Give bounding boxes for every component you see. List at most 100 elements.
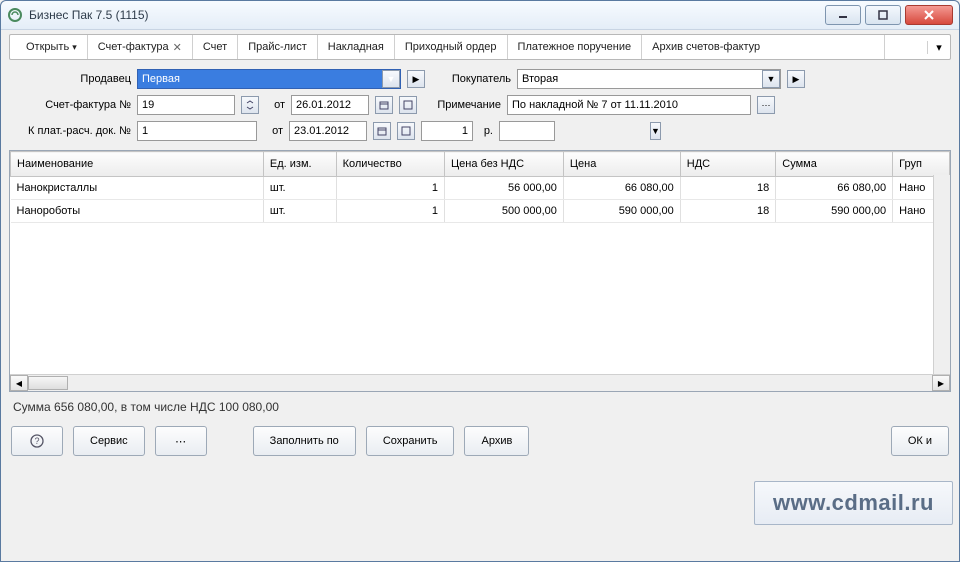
date2-extra-button[interactable] [397,122,415,140]
col-sum[interactable]: Сумма [776,152,893,177]
cell-sum[interactable]: 66 080,00 [776,177,893,200]
currency-dropdown-icon[interactable]: ▼ [650,122,661,140]
service-button-label: Сервис [90,435,128,447]
tab-invoice[interactable]: Счет-фактура ✕ [87,35,192,59]
tab-account-label: Счет [203,41,227,53]
cell-vat[interactable]: 18 [680,200,776,223]
tab-archive[interactable]: Архив счетов-фактур [641,35,770,59]
date2-input[interactable] [289,121,367,141]
service-button[interactable]: Сервис [73,426,145,456]
table-row[interactable]: Нанокристаллышт.156 000,0066 080,001866 … [11,177,950,200]
cell-unit[interactable]: шт. [263,200,336,223]
note-input[interactable] [507,95,751,115]
grid-table: Наименование Ед. изм. Количество Цена бе… [10,151,950,223]
currency-input[interactable] [500,125,650,137]
cell-qty[interactable]: 1 [336,177,444,200]
tab-payment[interactable]: Платежное поручение [507,35,642,59]
fill-button[interactable]: Заполнить по [253,426,356,456]
col-group[interactable]: Груп [893,152,950,177]
currency-combo[interactable]: ▼ [499,121,555,141]
tab-receipt-label: Приходный ордер [405,41,497,53]
tab-waybill[interactable]: Накладная [317,35,394,59]
paydoc-input[interactable] [137,121,257,141]
seller-next-button[interactable]: ▶ [407,70,425,88]
cell-name[interactable]: Нанороботы [11,200,264,223]
cell-unit[interactable]: шт. [263,177,336,200]
tab-overflow-button[interactable]: ▾ [927,41,950,54]
cell-name[interactable]: Нанокристаллы [11,177,264,200]
tab-open[interactable]: Открыть [16,35,87,59]
help-button[interactable]: ? [11,426,63,456]
hscroll-left-icon[interactable]: ◀ [10,375,28,391]
invoice-no-label: Счет-фактура № [11,99,131,111]
window-controls [825,5,953,25]
settings-button[interactable]: ⋯ [155,426,207,456]
invoice-no-stepper[interactable] [241,96,259,114]
tab-open-label: Открыть [26,41,69,53]
cell-qty[interactable]: 1 [336,200,444,223]
buyer-label: Покупатель [431,73,511,85]
content-area: Открыть Счет-фактура ✕ Счет Прайс-лист На… [1,30,959,466]
button-bar: ? Сервис ⋯ Заполнить по Сохранить Архив … [9,424,951,458]
seller-input[interactable] [138,73,382,85]
tab-archive-label: Архив счетов-фактур [652,41,760,53]
table-row[interactable]: Нанороботышт.1500 000,00590 000,0018590 … [11,200,950,223]
maximize-button[interactable] [865,5,901,25]
date1-calendar-icon[interactable] [375,96,393,114]
archive-button[interactable]: Архив [464,426,529,456]
col-unit[interactable]: Ед. изм. [263,152,336,177]
cell-price[interactable]: 66 080,00 [563,177,680,200]
close-button[interactable] [905,5,953,25]
cell-vat[interactable]: 18 [680,177,776,200]
date1-input[interactable] [291,95,369,115]
app-icon [7,7,23,23]
date2-calendar-icon[interactable] [373,122,391,140]
buyer-dropdown-icon[interactable]: ▼ [762,70,780,88]
col-price[interactable]: Цена [563,152,680,177]
save-button[interactable]: Сохранить [366,426,455,456]
col-name[interactable]: Наименование [11,152,264,177]
col-price-no-vat[interactable]: Цена без НДС [445,152,564,177]
app-window: Бизнес Пак 7.5 (1115) Открыть Счет-факту… [0,0,960,562]
grid-scroll[interactable]: Наименование Ед. изм. Количество Цена бе… [10,151,950,375]
paydoc-label: К плат.-расч. док. № [11,125,131,137]
currency-label: р. [479,125,493,137]
hscroll-thumb[interactable] [28,376,68,390]
seller-combo[interactable]: ▼ [137,69,401,89]
minimize-button[interactable] [825,5,861,25]
ok-button[interactable]: ОК и [891,426,949,456]
cell-price-no-vat[interactable]: 56 000,00 [445,177,564,200]
watermark: www.cdmail.ru [754,481,953,525]
col-qty[interactable]: Количество [336,152,444,177]
tab-close-icon[interactable]: ✕ [173,41,182,54]
tab-bar: Открыть Счет-фактура ✕ Счет Прайс-лист На… [9,34,951,60]
tab-pricelist[interactable]: Прайс-лист [237,35,317,59]
buyer-input[interactable] [518,73,762,85]
horizontal-scrollbar[interactable]: ◀ ▶ [10,374,950,391]
vertical-scrollbar[interactable] [933,175,950,375]
tab-pricelist-label: Прайс-лист [248,41,307,53]
date1-extra-button[interactable] [399,96,417,114]
cell-price[interactable]: 590 000,00 [563,200,680,223]
from2-label: от [263,125,283,137]
buyer-next-button[interactable]: ▶ [787,70,805,88]
cell-sum[interactable]: 590 000,00 [776,200,893,223]
cell-price-no-vat[interactable]: 500 000,00 [445,200,564,223]
ok-button-label: ОК и [908,435,932,447]
seller-label: Продавец [11,73,131,85]
col-vat[interactable]: НДС [680,152,776,177]
qty-small-input[interactable] [421,121,473,141]
from1-label: от [265,99,285,111]
status-line: Сумма 656 080,00, в том числе НДС 100 08… [9,392,951,424]
seller-dropdown-icon[interactable]: ▼ [382,70,400,88]
hscroll-right-icon[interactable]: ▶ [932,375,950,391]
hscroll-track[interactable] [28,376,932,390]
tab-overflow-sep [884,35,927,59]
buyer-combo[interactable]: ▼ [517,69,781,89]
tab-receipt[interactable]: Приходный ордер [394,35,507,59]
note-more-button[interactable]: ⋯ [757,96,775,114]
tab-account[interactable]: Счет [192,35,237,59]
tab-invoice-label: Счет-фактура [98,41,169,53]
archive-button-label: Архив [481,435,512,447]
invoice-no-input[interactable] [137,95,235,115]
